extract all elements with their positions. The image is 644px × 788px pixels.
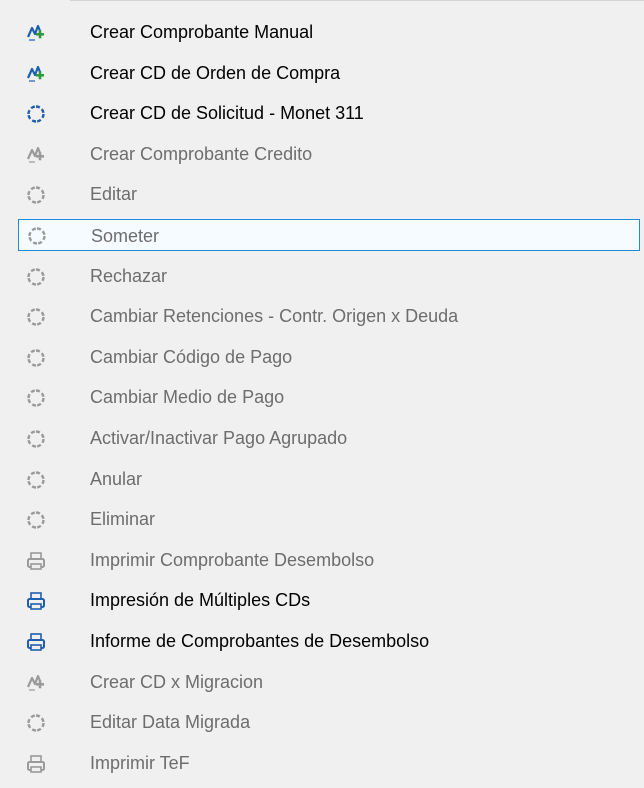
menu-item-label: Editar Data Migrada: [90, 712, 251, 732]
menu-item[interactable]: Crear Comprobante Manual: [18, 17, 640, 47]
menu-item-label: Eliminar: [90, 509, 156, 529]
refresh-circle-icon: [26, 510, 46, 530]
menu-item-label: Cambiar Código de Pago: [90, 347, 293, 367]
menu-item-label: Someter: [91, 226, 160, 246]
menu-item[interactable]: Crear CD x Migracion: [18, 667, 640, 697]
menu-item[interactable]: Imprimir Comprobante Desembolso: [18, 545, 640, 575]
add-doc-icon: [26, 64, 46, 84]
refresh-circle-icon: [26, 185, 46, 205]
menu-item[interactable]: Cambiar Medio de Pago: [18, 382, 640, 412]
refresh-circle-icon: [26, 307, 46, 327]
menu-item[interactable]: Anular: [18, 464, 640, 494]
add-doc-icon: [26, 145, 46, 165]
context-menu: Crear Comprobante Manual Crear CD de Orde…: [0, 0, 644, 788]
printer-icon: [26, 632, 46, 652]
menu-item[interactable]: Informe de Comprobantes de Desembolso: [18, 626, 640, 656]
refresh-circle-icon: [26, 348, 46, 368]
menu-item-label: Crear Comprobante Manual: [90, 22, 314, 42]
menu-top-border: [70, 0, 644, 1]
menu-item-label: Crear Comprobante Credito: [90, 144, 313, 164]
printer-icon: [26, 551, 46, 571]
menu-item-label: Imprimir Comprobante Desembolso: [90, 550, 375, 570]
menu-item[interactable]: Activar/Inactivar Pago Agrupado: [18, 423, 640, 453]
refresh-circle-icon: [26, 388, 46, 408]
refresh-circle-icon: [26, 713, 46, 733]
add-doc-icon: [26, 673, 46, 693]
menu-item-label: Informe de Comprobantes de Desembolso: [90, 631, 430, 651]
menu-item-label: Cambiar Retenciones - Contr. Origen x De…: [90, 306, 459, 326]
refresh-circle-icon: [26, 267, 46, 287]
printer-icon: [26, 754, 46, 774]
menu-item[interactable]: Cambiar Retenciones - Contr. Origen x De…: [18, 301, 640, 331]
menu-item-label: Rechazar: [90, 266, 168, 286]
menu-item-label: Cambiar Medio de Pago: [90, 387, 285, 407]
menu-item[interactable]: Editar: [18, 179, 640, 209]
refresh-circle-icon: [26, 429, 46, 449]
menu-item[interactable]: Crear CD de Orden de Compra: [18, 58, 640, 88]
refresh-circle-icon: [27, 226, 47, 246]
menu-item[interactable]: Imprimir TeF: [18, 748, 640, 778]
printer-icon: [26, 591, 46, 611]
menu-item[interactable]: Rechazar: [18, 261, 640, 291]
menu-item-label: Anular: [90, 469, 143, 489]
menu-item[interactable]: Eliminar: [18, 504, 640, 534]
menu-item-label: Imprimir TeF: [90, 753, 190, 773]
menu-item-label: Editar: [90, 184, 138, 204]
add-doc-icon: [26, 23, 46, 43]
menu-item[interactable]: Crear CD de Solicitud - Monet 311: [18, 98, 640, 128]
menu-item[interactable]: Someter: [18, 219, 640, 251]
refresh-circle-icon: [26, 104, 46, 124]
menu-item-label: Crear CD de Solicitud - Monet 311: [90, 103, 364, 123]
menu-item-label: Activar/Inactivar Pago Agrupado: [90, 428, 348, 448]
menu-item[interactable]: Editar Data Migrada: [18, 707, 640, 737]
menu-item[interactable]: Cambiar Código de Pago: [18, 342, 640, 372]
menu-item-label: Impresión de Múltiples CDs: [90, 590, 311, 610]
menu-item-label: Crear CD de Orden de Compra: [90, 63, 341, 83]
menu-item-label: Crear CD x Migracion: [90, 672, 264, 692]
menu-item[interactable]: Impresión de Múltiples CDs: [18, 585, 640, 615]
refresh-circle-icon: [26, 470, 46, 490]
menu-item[interactable]: Crear Comprobante Credito: [18, 139, 640, 169]
